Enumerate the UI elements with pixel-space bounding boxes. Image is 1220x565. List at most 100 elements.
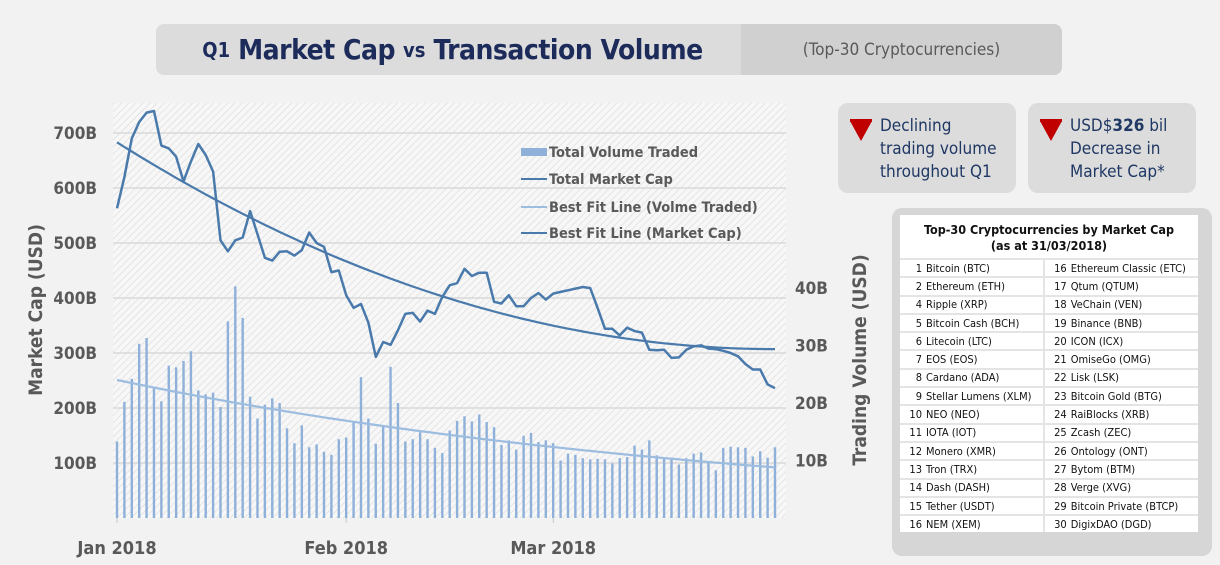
volume-bar (522, 435, 525, 518)
coin-name-cell: Zcash (ZEC) (1070, 422, 1198, 442)
volume-bar (736, 447, 740, 518)
volume-bar (625, 457, 629, 518)
volume-bar (485, 421, 488, 518)
volume-bar (411, 439, 414, 518)
volume-bar (433, 447, 437, 518)
volume-bar (640, 449, 644, 518)
volume-bar (367, 418, 370, 518)
coin-name-cell: Verge (XVG) (1070, 477, 1198, 497)
rank-cell: 18 (1042, 294, 1071, 314)
coin-name-cell: VeChain (VEN) (1070, 294, 1198, 314)
coin-name-cell: Stellar Lumens (XLM) (926, 386, 1044, 406)
volume-bar (241, 317, 244, 518)
coin-name-cell: Qtum (QTUM) (1070, 276, 1198, 296)
rank-cell: 10 (900, 404, 926, 424)
x-tick-label: Jan 2018 (76, 538, 156, 559)
volume-bar (714, 470, 718, 518)
volume-bar (374, 443, 377, 518)
callout-declining-volume: Declining trading volume throughout Q1 (838, 103, 1016, 193)
coin-name-cell: IOTA (IOT) (926, 422, 1044, 442)
coin-name-cell: Dash (DASH) (926, 477, 1044, 497)
rank-cell: 30 (1042, 514, 1071, 533)
volume-bar (581, 458, 584, 518)
rank-cell: 27 (1042, 459, 1071, 479)
callout-line: throughout Q1 (880, 162, 992, 182)
volume-bar (507, 440, 511, 518)
x-tick-label: Mar 2018 (510, 538, 596, 559)
coin-name-cell: EOS (EOS) (926, 349, 1044, 369)
volume-bar (729, 446, 732, 518)
table-row: 8 Cardano (ADA) 22 Lisk (LSK) (900, 367, 1198, 388)
rank-cell: 25 (1042, 422, 1071, 442)
callout-line: Market Cap* (1070, 162, 1165, 182)
volume-bar (211, 392, 215, 518)
rank-cell: 1 (900, 257, 926, 278)
callout-text: Declining trading volume throughout Q1 (880, 115, 997, 184)
table-row: 13 Tron (TRX) 27 Bytom (BTM) (900, 459, 1198, 479)
volume-bar (130, 378, 133, 518)
volume-bar (308, 447, 311, 518)
volume-bar (160, 401, 163, 518)
volume-bar (670, 457, 673, 518)
volume-bar (330, 454, 333, 518)
callout-value: 326 (1112, 116, 1145, 136)
table-row: 2 Ethereum (ETH) 17 Qtum (QTUM) (900, 276, 1198, 296)
volume-bar (448, 430, 451, 518)
table-title-date: (as at 31/03/2018) (990, 238, 1108, 253)
rank-cell: 8 (900, 367, 926, 388)
volume-bar (515, 449, 518, 518)
rank-cell: 2 (900, 276, 926, 296)
coin-name-cell: Monero (XMR) (926, 440, 1044, 461)
coin-name-cell: Bitcoin (BTC) (926, 257, 1044, 278)
table-row: 6 Litecoin (LTC) 20 ICON (ICX) (900, 331, 1198, 351)
coin-name-cell: Bitcoin Private (BTCP) (1070, 495, 1198, 516)
volume-bar (537, 442, 540, 518)
y-left-tick-label: 300B (53, 344, 97, 364)
y-left-tick-label: 400B (53, 289, 97, 309)
callout-line: trading volume (880, 139, 997, 159)
coin-name-cell: Litecoin (LTC) (926, 331, 1044, 351)
volume-bar (226, 321, 230, 518)
rank-cell: 22 (1042, 367, 1071, 388)
volume-bar (322, 451, 326, 518)
coin-name-cell: Ethereum Classic (ETC) (1070, 257, 1198, 278)
volume-bar (344, 437, 348, 518)
rank-cell: 4 (900, 294, 926, 314)
callout-line: USD$326 bil (1070, 115, 1167, 138)
volume-bar (256, 418, 259, 518)
callout-line: Decrease in (1070, 139, 1161, 159)
y-left-axis-title: Market Cap (USD) (25, 224, 47, 396)
top30-table-grid: 1 Bitcoin (BTC) 16 Ethereum Classic (ETC) 2 E… (900, 257, 1198, 533)
coin-name-cell: RaiBlocks (XRB) (1070, 404, 1198, 424)
coin-name-cell: Cardano (ADA) (926, 367, 1044, 388)
volume-bar (773, 447, 777, 518)
volume-bar (500, 444, 503, 518)
y-left-tick-label: 600B (53, 179, 97, 199)
table-row: 12 Monero (XMR) 26 Ontology (ONT) (900, 440, 1198, 461)
table-row: 11 IOTA (IOT) 25 Zcash (ZEC) (900, 422, 1198, 442)
top30-table: Top-30 Cryptocurrencies by Market Cap (a… (900, 215, 1198, 533)
title-q1: Q1 (202, 37, 231, 62)
rank-cell: 24 (1042, 404, 1071, 424)
rank-cell: 17 (1042, 276, 1071, 296)
coin-name-cell: Binance (BNB) (1070, 312, 1198, 333)
down-triangle-icon (1040, 121, 1062, 141)
coin-name-cell: Ripple (XRP) (926, 294, 1044, 314)
volume-bar (352, 421, 355, 518)
legend-label-fit-market-cap: Best Fit Line (Market Cap) (549, 226, 742, 242)
table-title-line: Top-30 Cryptocurrencies by Market Cap (923, 222, 1175, 237)
volume-bar (648, 440, 651, 518)
legend-swatch-volume (521, 148, 547, 156)
table-row: 5 Bitcoin Cash (BCH) 19 Binance (BNB) (900, 312, 1198, 333)
table-row: 15 Tether (USDT) 29 Bitcoin Private (BTCP) (900, 495, 1198, 516)
rank-cell: 28 (1042, 477, 1071, 497)
volume-bar (381, 426, 385, 518)
volume-bar (137, 343, 141, 518)
legend-label-market-cap: Total Market Cap (549, 172, 673, 188)
volume-bar (204, 394, 207, 518)
volume-bar (219, 407, 222, 518)
title-transaction-volume: Transaction Volume (433, 33, 703, 66)
volume-bar (677, 464, 681, 518)
title-bar: Q1 Market Cap vs Transaction Volume (Top… (156, 24, 1062, 75)
callout-market-cap-decrease: USD$326 bil Decrease in Market Cap* (1028, 103, 1196, 193)
